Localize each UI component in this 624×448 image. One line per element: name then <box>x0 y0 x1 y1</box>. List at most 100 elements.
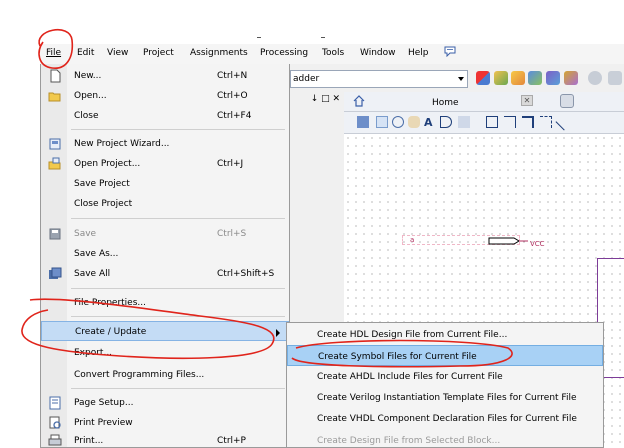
menu-item-shortcut: Ctrl+P <box>217 436 246 446</box>
menu-item-close[interactable]: Close Ctrl+F4 <box>41 106 289 126</box>
menu-item-save-all[interactable]: Save All Ctrl+Shift+S <box>41 264 289 284</box>
menu-item-save-as[interactable]: Save As... <box>41 244 289 264</box>
menu-project[interactable]: Project <box>143 48 174 58</box>
menu-item-open[interactable]: Open... Ctrl+O <box>41 86 289 106</box>
orthogonal-node-icon[interactable] <box>504 116 516 128</box>
submenu-item-label: Create HDL Design File from Current File… <box>317 330 508 340</box>
menu-item-shortcut: Ctrl+N <box>217 71 248 81</box>
submenu-arrow-icon <box>276 329 280 337</box>
menu-item-label: Print Preview <box>74 418 133 428</box>
menu-item-label: New... <box>74 71 102 81</box>
menu-item-file-properties[interactable]: File Properties... <box>41 293 289 313</box>
input-pin-symbol[interactable] <box>488 237 528 245</box>
menu-item-create-update[interactable]: Create / Update <box>41 321 289 341</box>
close-tab-button[interactable]: ✕ <box>521 95 533 106</box>
menu-separator <box>71 316 285 317</box>
menu-item-label: Create / Update <box>75 327 147 337</box>
menu-item-convert-programming-files[interactable]: Convert Programming Files... <box>41 365 289 385</box>
menu-item-label: Save As... <box>74 249 119 259</box>
menu-item-label: Export... <box>74 348 113 358</box>
submenu-item-create-design-file[interactable]: Create Design File from Selected Block..… <box>287 430 603 448</box>
save-all-icon <box>49 267 62 279</box>
home-icon <box>353 95 365 107</box>
stop-icon[interactable] <box>588 71 602 85</box>
menu-separator <box>71 288 285 289</box>
hand-tool-icon[interactable] <box>408 116 420 128</box>
submenu-item-create-symbol[interactable]: Create Symbol Files for Current File <box>287 345 603 366</box>
menu-item-new[interactable]: New... Ctrl+N <box>41 66 289 86</box>
menu-bar: File Edit View Project Assignments Proce… <box>40 44 624 64</box>
menu-item-export[interactable]: Export... <box>41 343 289 363</box>
menu-item-label: New Project Wizard... <box>74 139 170 149</box>
menu-help[interactable]: Help <box>408 48 429 58</box>
menu-item-shortcut: Ctrl+S <box>217 229 247 239</box>
menu-item-new-project-wizard[interactable]: New Project Wizard... <box>41 134 289 154</box>
menu-item-shortcut: Ctrl+J <box>217 159 244 169</box>
document-icon[interactable] <box>560 94 574 108</box>
menu-assignments[interactable]: Assignments <box>190 48 248 58</box>
input-pin-label: a <box>410 236 415 244</box>
selection-tool-icon[interactable] <box>376 116 388 128</box>
menu-item-label: Open Project... <box>74 159 141 169</box>
submenu-item-create-vhdl[interactable]: Create VHDL Component Declaration Files … <box>287 408 603 429</box>
menu-processing[interactable]: Processing <box>260 48 308 58</box>
programmer-icon[interactable] <box>608 71 622 85</box>
pin-tool-icon[interactable] <box>458 116 470 128</box>
project-combo[interactable]: adder <box>290 70 468 88</box>
menu-item-label: Save <box>74 229 97 239</box>
submenu-item-label: Create VHDL Component Declaration Files … <box>317 414 577 424</box>
panel-header-buttons[interactable]: ↓ □ ✕ <box>300 94 340 108</box>
print-preview-icon <box>49 416 61 429</box>
title-dash <box>257 37 261 38</box>
document-tab-bar <box>344 92 624 112</box>
submenu-item-create-ahdl[interactable]: Create AHDL Include Files for Current Fi… <box>287 366 603 387</box>
printer-icon <box>48 434 62 446</box>
menu-item-page-setup[interactable]: Page Setup... <box>41 393 289 413</box>
vcc-label: VCC <box>530 240 545 248</box>
menu-item-save-project[interactable]: Save Project <box>41 174 289 194</box>
rectangle-tool-icon[interactable] <box>486 116 498 128</box>
synthesis-icon[interactable] <box>528 71 542 85</box>
zoom-tool-icon[interactable] <box>392 116 404 128</box>
help-chat-icon[interactable] <box>444 45 456 57</box>
menu-item-label: Save Project <box>74 179 130 189</box>
menu-file[interactable]: File <box>46 48 61 58</box>
menu-item-save[interactable]: Save Ctrl+S <box>41 224 289 244</box>
open-project-icon <box>48 157 61 170</box>
title-dash <box>321 37 325 38</box>
menu-item-shortcut: Ctrl+Shift+S <box>217 269 275 279</box>
menu-item-label: Close Project <box>74 199 133 209</box>
create-update-submenu: Create HDL Design File from Current File… <box>286 322 604 448</box>
compile-icon[interactable] <box>476 71 490 85</box>
menu-item-label: File Properties... <box>74 298 146 308</box>
menu-view[interactable]: View <box>107 48 128 58</box>
orthogonal-bus-icon[interactable] <box>522 116 534 128</box>
submenu-item-label: Create AHDL Include Files for Current Fi… <box>317 372 503 382</box>
menu-item-print-preview[interactable]: Print Preview <box>41 413 289 433</box>
symbol-tool-icon[interactable] <box>440 116 452 128</box>
open-folder-icon <box>48 92 61 102</box>
submenu-item-create-hdl[interactable]: Create HDL Design File from Current File… <box>287 324 603 345</box>
assembler-icon[interactable] <box>564 71 578 85</box>
menu-separator <box>71 388 285 389</box>
menu-item-label: Close <box>74 111 99 121</box>
fitter-icon[interactable] <box>546 71 560 85</box>
home-tab-label[interactable]: Home <box>432 98 459 108</box>
analysis-icon[interactable] <box>494 71 508 85</box>
menu-item-label: Page Setup... <box>74 398 134 408</box>
text-tool-icon[interactable]: A <box>424 116 436 129</box>
submenu-item-create-verilog[interactable]: Create Verilog Instantiation Template Fi… <box>287 387 603 408</box>
menu-window[interactable]: Window <box>360 48 396 58</box>
submenu-item-label: Create Design File from Selected Block..… <box>317 436 501 446</box>
wand-icon[interactable] <box>511 71 525 85</box>
menu-item-print[interactable]: Print... Ctrl+P <box>41 431 289 448</box>
menu-item-label: Print... <box>74 436 104 446</box>
menu-item-open-project[interactable]: Open Project... Ctrl+J <box>41 154 289 174</box>
menu-tools[interactable]: Tools <box>322 48 344 58</box>
window-icon[interactable] <box>357 116 369 128</box>
conduit-tool-icon[interactable] <box>540 116 552 128</box>
menu-item-close-project[interactable]: Close Project <box>41 194 289 214</box>
project-combo-value: adder <box>293 74 320 84</box>
menu-edit[interactable]: Edit <box>77 48 94 58</box>
save-icon <box>49 228 61 240</box>
